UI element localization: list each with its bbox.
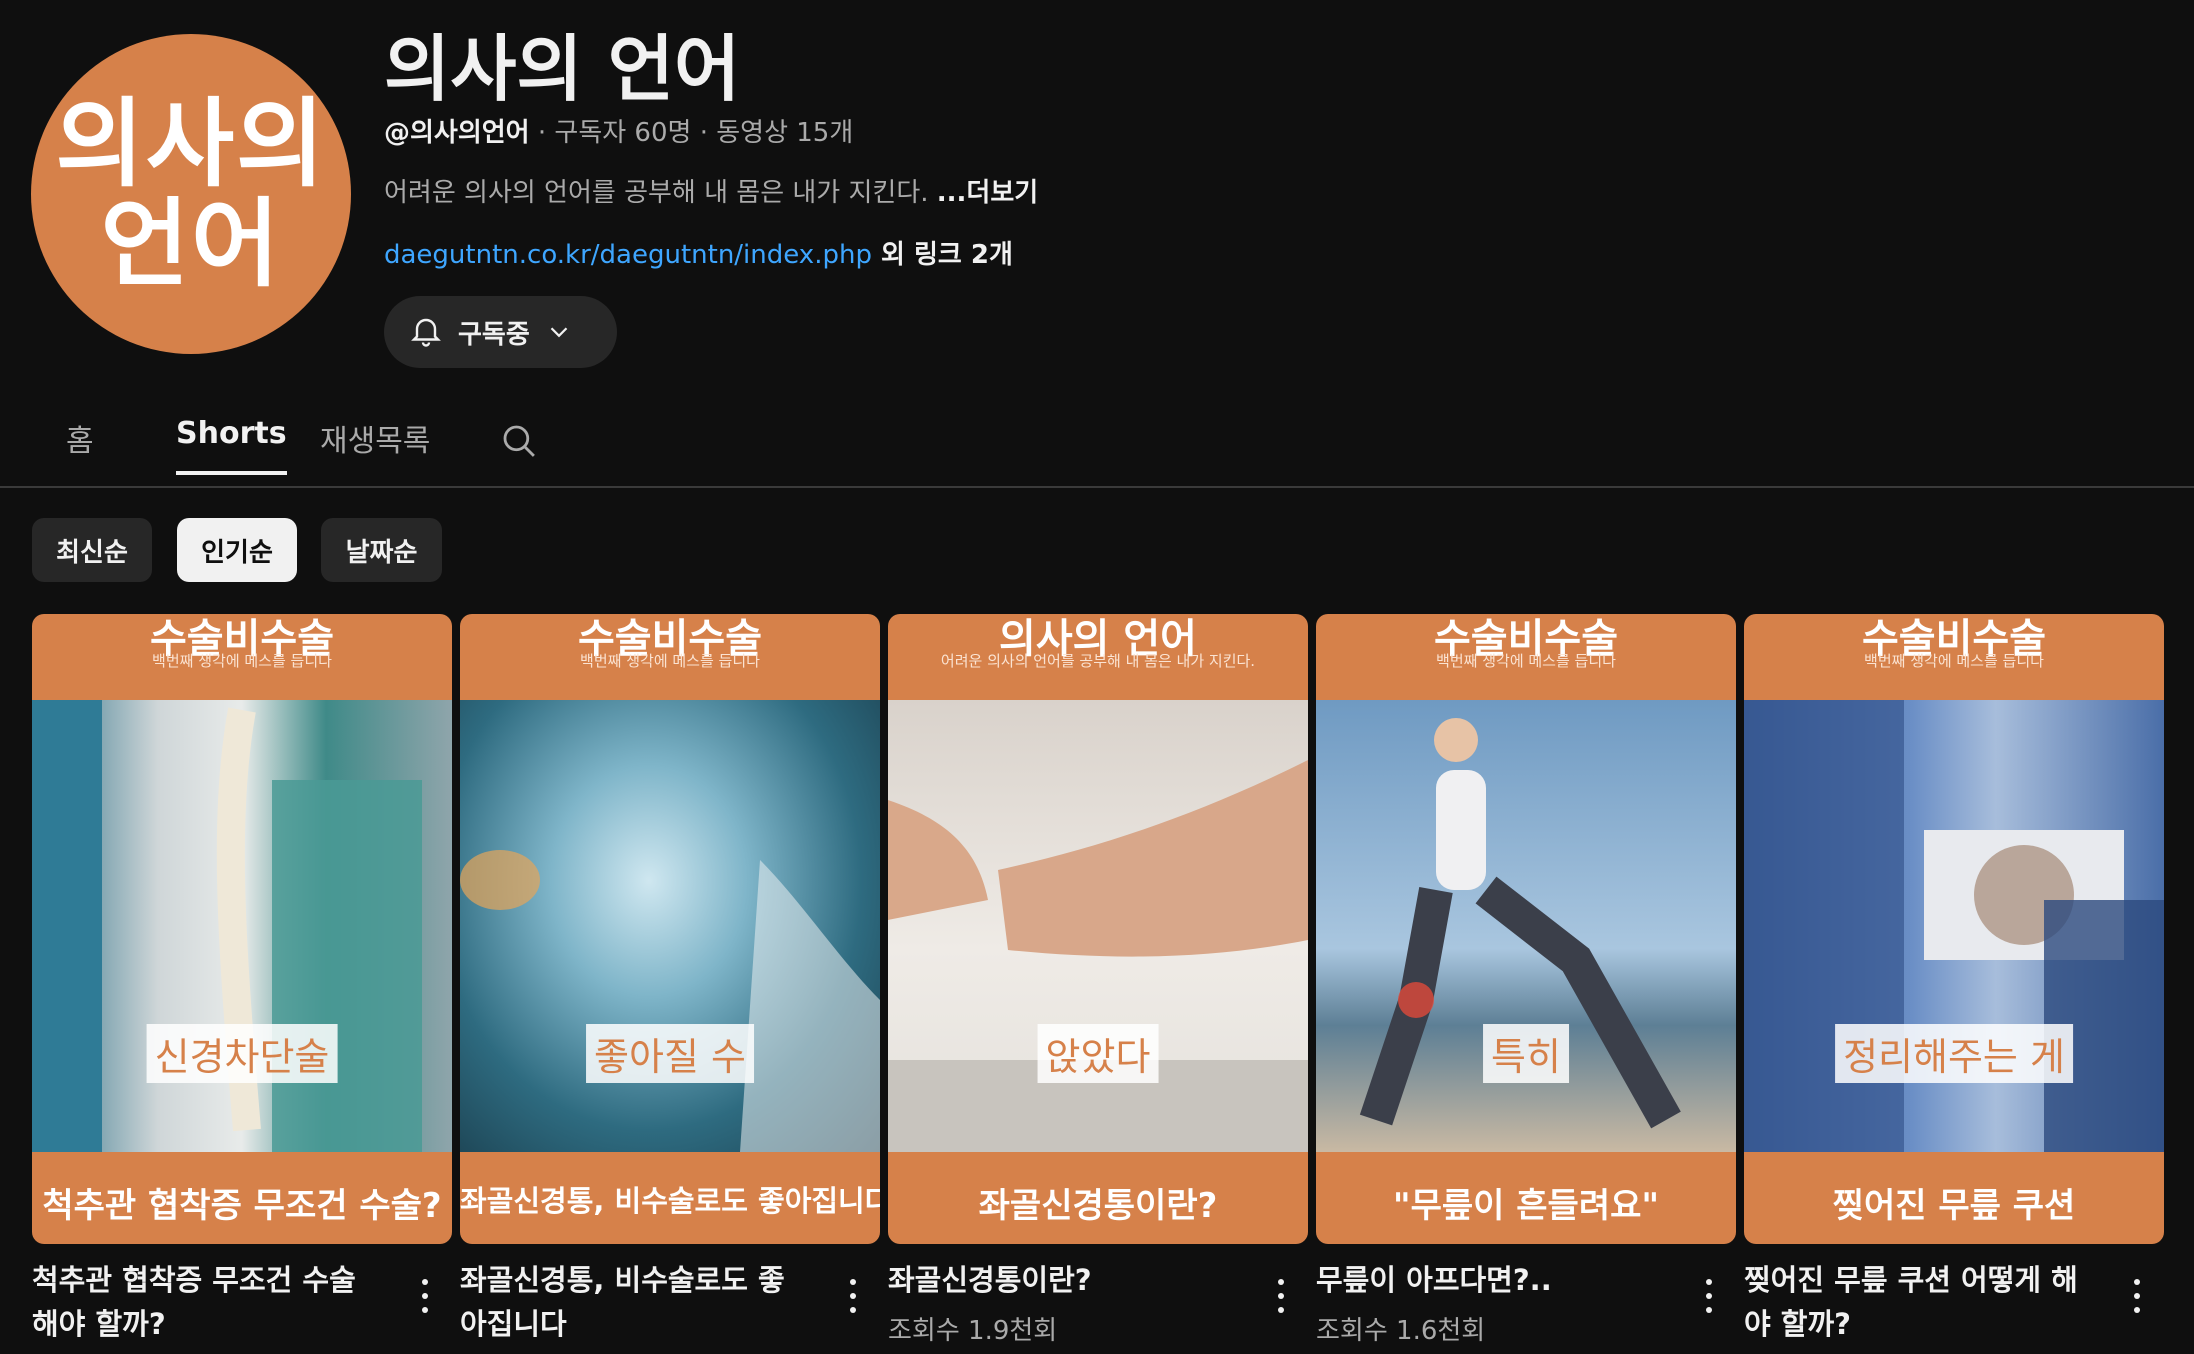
avatar-text-line1: 의사의 [55,88,327,200]
channel-tabs: 홈 Shorts 재생목록 [0,400,2194,488]
more-vert-icon[interactable] [1704,1276,1714,1316]
short-card[interactable]: 수술비수술 백번째 생각에 메스를 듭니다 좋아질 수 좌골신경통, 비수술로도… [460,614,880,1341]
more-vert-icon[interactable] [848,1276,858,1316]
chip-latest[interactable]: 최신순 [32,518,152,582]
thumb-caption: 앉았다 [1037,1024,1159,1083]
short-title-line1: 좌골신경통이란? [888,1263,1092,1297]
chevron-down-icon [550,327,568,338]
channel-link[interactable]: daegutntn.co.kr/daegutntn/index.php [384,240,872,270]
thumb-image [460,700,880,1152]
tab-playlists[interactable]: 재생목록 [320,416,430,480]
more-vert-icon[interactable] [420,1276,430,1316]
channel-avatar[interactable]: 의사의 언어 [31,34,351,354]
short-title-line2: 아집니다 [460,1307,567,1341]
short-card[interactable]: 수술비수술 백번째 생각에 메스를 듭니다 신경차단술 척추관 협착증 무조건 … [32,614,452,1341]
short-title-line1: 찢어진 무릎 쿠션 어떻게 해 [1744,1263,2078,1297]
short-title[interactable]: 찢어진 무릎 쿠션 어떻게 해 야 할까? [1744,1258,2104,1346]
thumb-top-subtitle: 백번째 생각에 메스를 듭니다 [580,652,760,670]
short-card[interactable]: 수술비수술 백번째 생각에 메스를 듭니다 특히 "무릎이 흔들려요" 무릎이 … [1316,614,1736,1346]
view-count: 조회수 1.9천회 [888,1316,1058,1346]
thumb-top-subtitle: 백번째 생각에 메스를 듭니다 [1436,652,1616,670]
thumb-image [32,700,452,1152]
search-icon[interactable] [498,420,540,462]
chip-popular[interactable]: 인기순 [177,518,297,582]
short-title-line1: 무릎이 아프다면?.. [1316,1263,1552,1297]
short-title[interactable]: 척추관 협착증 무조건 수술 해야 할까? [32,1258,392,1346]
short-title-line1: 좌골신경통, 비수술로도 좋 [460,1263,785,1297]
thumb-top-subtitle: 백번째 생각에 메스를 듭니다 [1864,652,2044,670]
short-card[interactable]: 수술비수술 백번째 생각에 메스를 듭니다 정리해주는 게 찢어진 무릎 쿠션 … [1744,614,2164,1341]
short-thumbnail[interactable]: 수술비수술 백번째 생각에 메스를 듭니다 좋아질 수 좌골신경통, 비수술로도… [460,614,880,1244]
thumb-image [1744,700,2164,1152]
thumb-caption: 좋아질 수 [586,1024,754,1083]
view-count: 조회수 1.6천회 [1316,1316,1486,1346]
short-title[interactable]: 좌골신경통, 비수술로도 좋 아집니다 [460,1258,820,1346]
chip-oldest[interactable]: 날짜순 [321,518,442,582]
thumb-image [888,700,1308,1152]
thumb-caption: 정리해주는 게 [1835,1024,2073,1083]
thumb-top-subtitle: 어려운 의사의 언어를 공부해 내 몸은 내가 지킨다. [940,652,1256,670]
subscribe-label: 구독중 [458,319,530,350]
channel-stats: · 구독자 60명 · 동영상 15개 [529,118,854,148]
bell-icon [411,318,441,347]
avatar-text-line2: 언어 [100,188,282,300]
short-title-line1: 척추관 협착증 무조건 수술 [32,1263,356,1297]
more-vert-icon[interactable] [2132,1276,2142,1316]
thumb-top-subtitle: 백번째 생각에 메스를 듭니다 [152,652,332,670]
channel-title: 의사의 언어 [384,27,741,111]
channel-meta: @의사의언어 · 구독자 60명 · 동영상 15개 [384,112,853,149]
channel-description[interactable]: 어려운 의사의 언어를 공부해 내 몸은 내가 지킨다. ...더보기 [384,172,1038,209]
subscribe-button[interactable]: 구독중 [384,296,617,368]
short-thumbnail[interactable]: 수술비수술 백번째 생각에 메스를 듭니다 특히 "무릎이 흔들려요" [1316,614,1736,1244]
short-title[interactable]: 무릎이 아프다면?.. [1316,1258,1676,1302]
short-title-line2: 해야 할까? [32,1307,166,1341]
thumb-bottom-title: 좌골신경통, 비수술로도 좋아집니다 [460,1184,880,1218]
channel-handle: @의사의언어 [384,118,530,148]
more-vert-icon[interactable] [1276,1276,1286,1316]
tab-home[interactable]: 홈 [66,416,94,480]
more-links[interactable]: 외 링크 2개 [872,240,1013,270]
short-thumbnail[interactable]: 의사의 언어 어려운 의사의 언어를 공부해 내 몸은 내가 지킨다. 앉았다 … [888,614,1308,1244]
thumb-bottom-title: 찢어진 무릎 쿠션 [1832,1186,2076,1226]
short-title-line2: 야 할까? [1744,1307,1851,1341]
channel-links: daegutntn.co.kr/daegutntn/index.php 외 링크… [384,234,1013,271]
thumb-bottom-title: 척추관 협착증 무조건 수술? [42,1186,442,1226]
short-card[interactable]: 의사의 언어 어려운 의사의 언어를 공부해 내 몸은 내가 지킨다. 앉았다 … [888,614,1308,1346]
thumb-bottom-title: 좌골신경통이란? [978,1186,1218,1226]
short-thumbnail[interactable]: 수술비수술 백번째 생각에 메스를 듭니다 정리해주는 게 찢어진 무릎 쿠션 [1744,614,2164,1244]
thumb-bottom-title: "무릎이 흔들려요" [1392,1186,1660,1226]
more-link[interactable]: ...더보기 [937,178,1038,208]
tab-shorts[interactable]: Shorts [176,416,287,475]
short-title[interactable]: 좌골신경통이란? [888,1258,1248,1302]
short-thumbnail[interactable]: 수술비수술 백번째 생각에 메스를 듭니다 신경차단술 척추관 협착증 무조건 … [32,614,452,1244]
thumb-caption: 신경차단술 [146,1024,338,1083]
description-text: 어려운 의사의 언어를 공부해 내 몸은 내가 지킨다. [384,178,937,208]
thumb-caption: 특히 [1483,1024,1569,1083]
thumb-image [1316,700,1736,1152]
